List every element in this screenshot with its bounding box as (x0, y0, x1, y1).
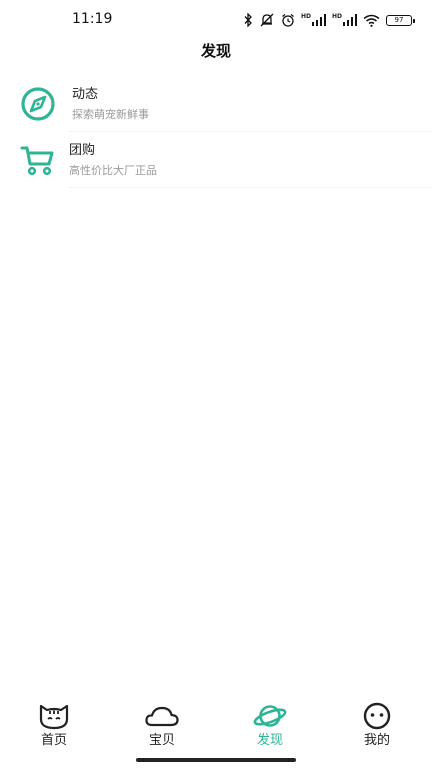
status-icons: HD HD 97 (243, 11, 415, 29)
planet-icon (253, 705, 287, 727)
list-item-title: 动态 (72, 87, 99, 102)
list-item-title: 团购 (69, 143, 96, 158)
list-item-subtitle: 高性价比大厂正品 (69, 164, 157, 177)
compass-icon (18, 84, 58, 124)
mute-icon (260, 13, 274, 27)
list-item-text: 团购 高性价比大厂正品 (69, 142, 157, 179)
smiley-face-icon (363, 702, 391, 730)
cat-face-icon (39, 704, 69, 730)
tab-label: 发现 (256, 733, 283, 748)
battery-level: 97 (394, 15, 404, 24)
home-indicator[interactable] (136, 758, 296, 762)
tab-baby[interactable]: 宝贝 (112, 702, 212, 752)
cart-icon (18, 140, 58, 180)
title-bar: 发现 (0, 38, 432, 66)
tab-mine[interactable]: 我的 (327, 702, 427, 752)
list-item-subtitle: 探索萌宠新鲜事 (72, 108, 149, 121)
hd-label: HD (331, 13, 342, 20)
status-bar: 11:19 HD HD 97 (0, 0, 432, 38)
list-item-group-buy[interactable]: 团购 高性价比大厂正品 (0, 132, 432, 188)
battery-indicator: 97 (386, 14, 415, 26)
cell-signal-1: HD (301, 14, 326, 26)
list-item-dynamics[interactable]: 动态 探索萌宠新鲜事 (0, 76, 432, 132)
wifi-icon (363, 14, 380, 27)
divider (68, 187, 432, 188)
tab-label: 首页 (40, 733, 67, 748)
status-time: 11:19 (72, 11, 113, 27)
tab-label: 我的 (363, 733, 390, 748)
cell-signal-2: HD (332, 14, 357, 26)
tab-home[interactable]: 首页 (4, 702, 104, 752)
bluetooth-icon (244, 13, 252, 27)
tab-label: 宝贝 (148, 733, 175, 748)
cloud-icon (145, 706, 179, 727)
hd-label: HD (300, 13, 311, 20)
signal-icon (311, 14, 326, 26)
alarm-icon (282, 13, 294, 27)
discover-list: 动态 探索萌宠新鲜事 团购 高性价比大厂正品 (0, 76, 432, 188)
bottom-tab-bar: 首页 宝贝 发现 我的 (0, 688, 432, 768)
tab-discover[interactable]: 发现 (220, 702, 320, 752)
page-title: 发现 (200, 42, 231, 60)
signal-icon (343, 14, 357, 26)
list-item-text: 动态 探索萌宠新鲜事 (72, 86, 149, 123)
